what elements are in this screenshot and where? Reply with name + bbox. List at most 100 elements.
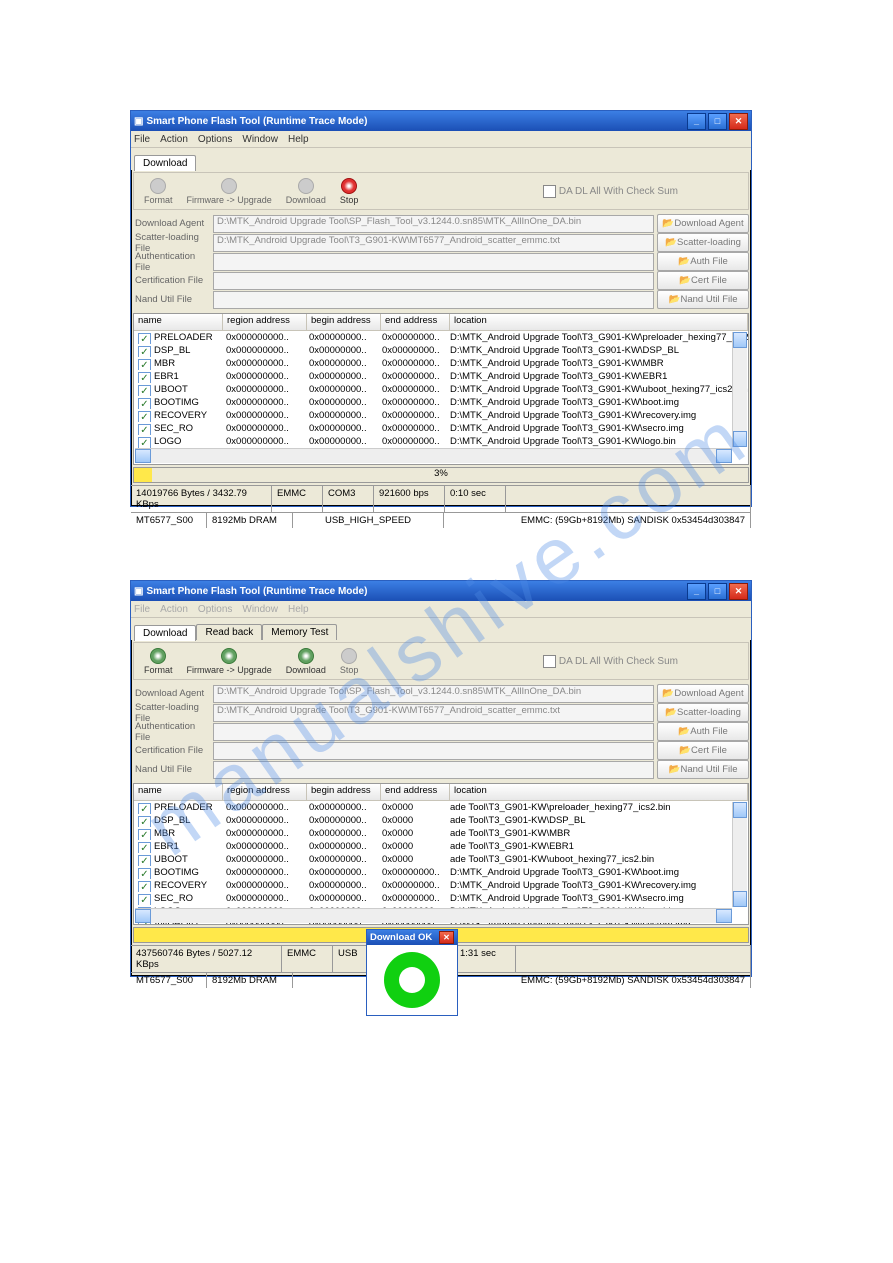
- row-checkbox[interactable]: ✓: [138, 372, 151, 383]
- col-name[interactable]: name: [134, 314, 223, 330]
- table-row[interactable]: ✓EBR10x000000000..0x00000000..0x00000000…: [134, 370, 748, 383]
- download-button[interactable]: Download: [286, 648, 326, 675]
- dialog-close-button[interactable]: ✕: [439, 931, 454, 944]
- row-checkbox[interactable]: ✓: [138, 411, 151, 422]
- stop-button[interactable]: Stop: [340, 178, 359, 205]
- scatter-input[interactable]: D:\MTK_Android Upgrade Tool\T3_G901-KW\M…: [213, 704, 654, 722]
- row-checkbox[interactable]: ✓: [138, 437, 151, 448]
- menu-window[interactable]: Window: [242, 134, 278, 145]
- status-time: 0:10 sec: [445, 486, 506, 512]
- col-location[interactable]: location: [450, 784, 748, 800]
- menu-bar: File Action Options Window Help: [131, 601, 751, 618]
- table-row[interactable]: ✓SEC_RO0x000000000..0x00000000..0x000000…: [134, 892, 748, 905]
- table-row[interactable]: ✓LOGO0x000000000..0x00000000..0x00000000…: [134, 435, 748, 448]
- status-storage: EMMC: (59Gb+8192Mb) SANDISK 0x53454d3038…: [444, 513, 751, 528]
- row-checkbox[interactable]: ✓: [138, 842, 151, 853]
- download-ok-dialog: Download OK✕: [366, 929, 458, 1016]
- table-row[interactable]: ✓PRELOADER0x000000000..0x00000000..0x000…: [134, 801, 748, 814]
- horizontal-scrollbar[interactable]: [135, 448, 732, 463]
- row-checkbox[interactable]: ✓: [138, 881, 151, 892]
- auth-input[interactable]: [213, 723, 654, 741]
- table-row[interactable]: ✓RECOVERY0x000000000..0x00000000..0x0000…: [134, 879, 748, 892]
- minimize-button[interactable]: _: [687, 113, 706, 130]
- row-checkbox[interactable]: ✓: [138, 855, 151, 866]
- cert-button[interactable]: 📂Cert File: [657, 741, 749, 760]
- auth-input: [213, 253, 654, 271]
- table-row[interactable]: ✓BOOTIMG0x000000000..0x00000000..0x00000…: [134, 866, 748, 879]
- table-row[interactable]: ✓EBR10x000000000..0x00000000..0x0000ade …: [134, 840, 748, 853]
- stop-button: Stop: [340, 648, 359, 675]
- menu-file[interactable]: File: [134, 134, 150, 145]
- horizontal-scrollbar[interactable]: [135, 908, 732, 923]
- row-checkbox[interactable]: ✓: [138, 398, 151, 409]
- row-checkbox[interactable]: ✓: [138, 424, 151, 435]
- row-checkbox[interactable]: ✓: [138, 816, 151, 827]
- table-row[interactable]: ✓MBR0x000000000..0x00000000..0x0000ade T…: [134, 827, 748, 840]
- col-name[interactable]: name: [134, 784, 223, 800]
- tab-memory-test[interactable]: Memory Test: [262, 624, 337, 640]
- menu-bar: File Action Options Window Help: [131, 131, 751, 148]
- tab-readback[interactable]: Read back: [196, 624, 262, 640]
- tab-download[interactable]: Download: [134, 155, 196, 171]
- row-checkbox[interactable]: ✓: [138, 868, 151, 879]
- window-title: Smart Phone Flash Tool (Runtime Trace Mo…: [143, 116, 685, 127]
- menu-action[interactable]: Action: [160, 134, 188, 145]
- row-checkbox[interactable]: ✓: [138, 346, 151, 357]
- firmware-upgrade-button: Firmware -> Upgrade: [187, 178, 272, 205]
- row-checkbox[interactable]: ✓: [138, 385, 151, 396]
- progress-bar: 3%: [133, 467, 749, 483]
- col-location[interactable]: location: [450, 314, 748, 330]
- download-agent-button[interactable]: 📂Download Agent: [657, 684, 749, 703]
- row-checkbox[interactable]: ✓: [138, 333, 151, 344]
- scatter-button: 📂Scatter-loading: [657, 233, 749, 252]
- download-agent-input[interactable]: D:\MTK_Android Upgrade Tool\SP_Flash_Too…: [213, 685, 654, 703]
- maximize-button[interactable]: □: [708, 113, 727, 130]
- vertical-scrollbar[interactable]: [732, 802, 747, 907]
- col-region[interactable]: region address: [223, 314, 307, 330]
- table-row[interactable]: ✓SEC_RO0x000000000..0x00000000..0x000000…: [134, 422, 748, 435]
- format-button[interactable]: Format: [144, 648, 173, 675]
- menu-action: Action: [160, 604, 188, 615]
- row-checkbox[interactable]: ✓: [138, 829, 151, 840]
- auth-button[interactable]: 📂Auth File: [657, 722, 749, 741]
- col-end[interactable]: end address: [381, 314, 450, 330]
- table-row[interactable]: ✓BOOTIMG0x000000000..0x00000000..0x00000…: [134, 396, 748, 409]
- row-checkbox[interactable]: ✓: [138, 894, 151, 905]
- cert-input[interactable]: [213, 742, 654, 760]
- nand-button: 📂Nand Util File: [657, 760, 749, 779]
- col-end[interactable]: end address: [381, 784, 450, 800]
- table-row[interactable]: ✓UBOOT0x000000000..0x00000000..0x0000ade…: [134, 853, 748, 866]
- table-row[interactable]: ✓PRELOADER0x000000000..0x00000000..0x000…: [134, 331, 748, 344]
- maximize-button[interactable]: □: [708, 583, 727, 600]
- vertical-scrollbar[interactable]: [732, 332, 747, 447]
- table-row[interactable]: ✓UBOOT0x000000000..0x00000000..0x0000000…: [134, 383, 748, 396]
- download-icon: [298, 178, 314, 194]
- col-region[interactable]: region address: [223, 784, 307, 800]
- close-button[interactable]: ✕: [729, 583, 748, 600]
- menu-help[interactable]: Help: [288, 134, 309, 145]
- menu-options[interactable]: Options: [198, 134, 232, 145]
- scatter-button[interactable]: 📂Scatter-loading: [657, 703, 749, 722]
- cert-button: 📂Cert File: [657, 271, 749, 290]
- table-row[interactable]: ✓DSP_BL0x000000000..0x00000000..0x0000ad…: [134, 814, 748, 827]
- download-button: Download: [286, 178, 326, 205]
- checksum-checkbox[interactable]: DA DL All With Check Sum: [543, 655, 678, 668]
- row-checkbox[interactable]: ✓: [138, 803, 151, 814]
- row-checkbox[interactable]: ✓: [138, 359, 151, 370]
- app-icon: ▣: [134, 586, 143, 597]
- col-begin[interactable]: begin address: [307, 314, 381, 330]
- table-row[interactable]: ✓RECOVERY0x000000000..0x00000000..0x0000…: [134, 409, 748, 422]
- status-usb: USB_HIGH_SPEED: [293, 513, 444, 528]
- firmware-upgrade-button[interactable]: Firmware -> Upgrade: [187, 648, 272, 675]
- tab-download[interactable]: Download: [134, 625, 196, 641]
- col-begin[interactable]: begin address: [307, 784, 381, 800]
- minimize-button[interactable]: _: [687, 583, 706, 600]
- folder-icon: 📂: [668, 764, 678, 775]
- table-row[interactable]: ✓DSP_BL0x000000000..0x00000000..0x000000…: [134, 344, 748, 357]
- table-row[interactable]: ✓MBR0x000000000..0x00000000..0x00000000.…: [134, 357, 748, 370]
- close-button[interactable]: ✕: [729, 113, 748, 130]
- titlebar[interactable]: ▣ Smart Phone Flash Tool (Runtime Trace …: [131, 111, 751, 131]
- titlebar[interactable]: ▣ Smart Phone Flash Tool (Runtime Trace …: [131, 581, 751, 601]
- nand-input: [213, 291, 654, 309]
- nand-input: [213, 761, 654, 779]
